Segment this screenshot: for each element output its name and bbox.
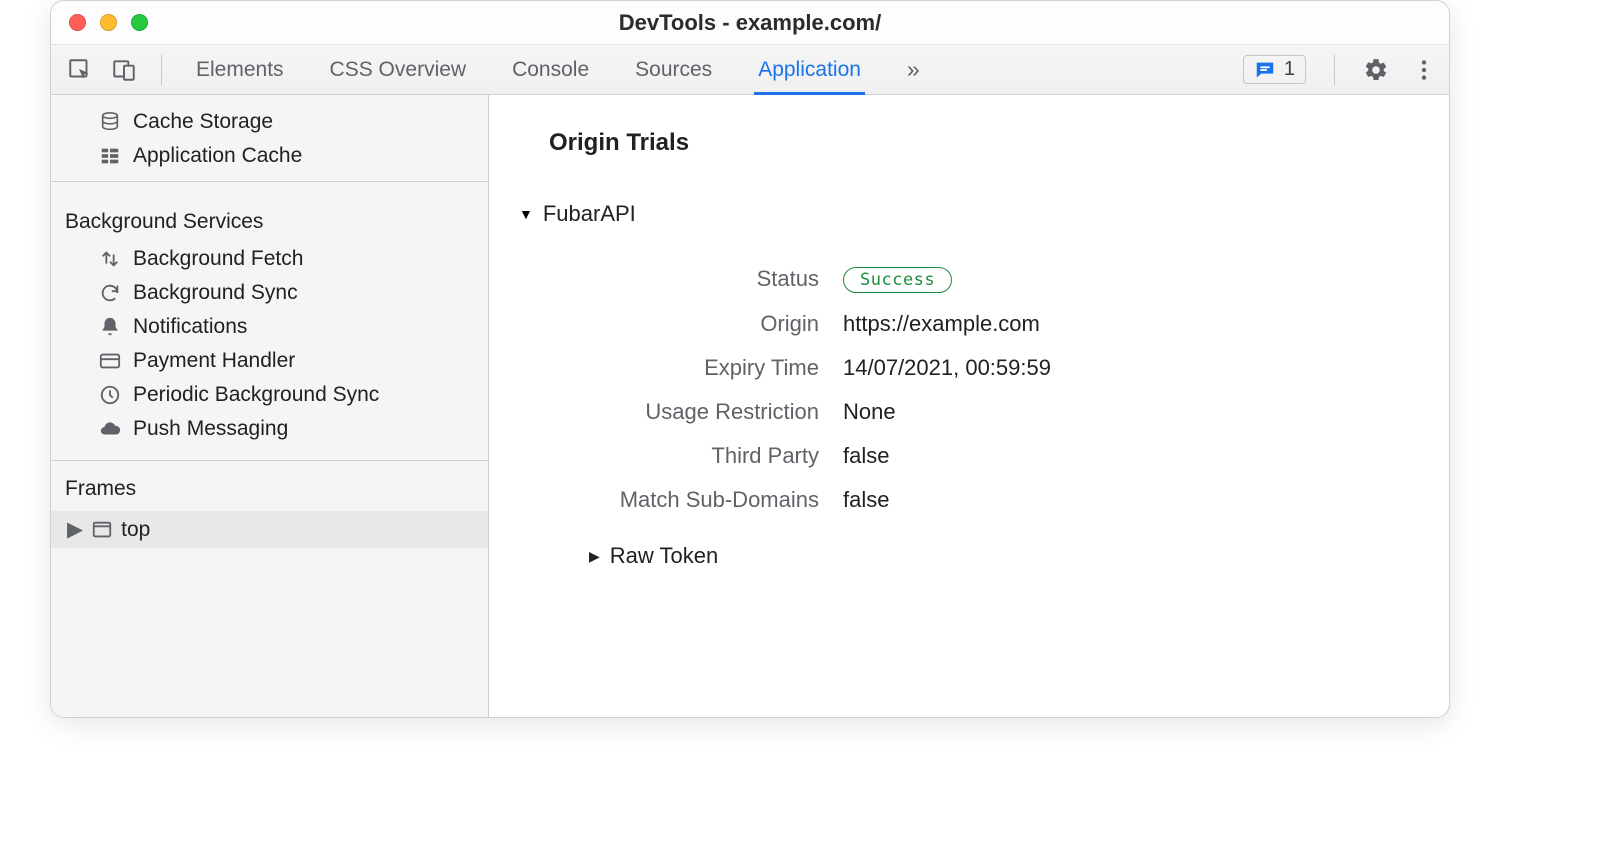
sidebar-item-label: Periodic Background Sync <box>133 383 379 407</box>
field-label-match-sub-domains: Match Sub-Domains <box>559 487 819 513</box>
tab-elements[interactable]: Elements <box>196 45 284 94</box>
section-heading-origin-trials: Origin Trials <box>549 129 1449 157</box>
cloud-icon <box>99 418 121 440</box>
field-label-expiry: Expiry Time <box>559 355 819 381</box>
field-label-status: Status <box>559 266 819 292</box>
field-value-usage-restriction: None <box>843 399 1449 425</box>
sidebar-item-label: Push Messaging <box>133 417 288 441</box>
tab-label: Application <box>758 58 861 82</box>
field-value-expiry: 14/07/2021, 00:59:59 <box>843 355 1449 381</box>
bell-icon <box>99 316 121 338</box>
window-controls <box>69 1 148 44</box>
field-value-match-sub-domains: false <box>843 487 1449 513</box>
tab-sources[interactable]: Sources <box>635 45 712 94</box>
devtools-window: DevTools - example.com/ Elements CSS Ove… <box>50 0 1450 718</box>
trial-disclosure[interactable]: ▼ FubarAPI <box>519 201 1449 227</box>
sidebar-item-label: Background Fetch <box>133 247 303 271</box>
window-title: DevTools - example.com/ <box>619 10 881 36</box>
toolbar-separator <box>161 55 162 85</box>
sidebar-item-label: Cache Storage <box>133 110 273 134</box>
clock-icon <box>99 384 121 406</box>
more-tabs-button[interactable]: » <box>907 45 920 94</box>
tab-console[interactable]: Console <box>512 45 589 94</box>
sidebar-item-application-cache[interactable]: Application Cache <box>51 139 488 173</box>
panel-tabs: Elements CSS Overview Console Sources Ap… <box>196 45 920 94</box>
message-icon <box>1254 59 1276 81</box>
triangle-down-icon: ▼ <box>519 206 533 222</box>
tab-application[interactable]: Application <box>758 45 861 94</box>
gear-icon[interactable] <box>1363 57 1389 83</box>
device-toggle-icon[interactable] <box>111 57 137 83</box>
main-toolbar: Elements CSS Overview Console Sources Ap… <box>51 45 1449 95</box>
sidebar-item-cache-storage[interactable]: Cache Storage <box>51 105 488 139</box>
close-window-button[interactable] <box>69 14 86 31</box>
toolbar-right: 1 <box>1243 45 1437 94</box>
sidebar-item-label: Notifications <box>133 315 247 339</box>
tab-css-overview[interactable]: CSS Overview <box>330 45 467 94</box>
arrows-up-down-icon <box>99 248 121 270</box>
raw-token-label: Raw Token <box>610 543 718 569</box>
main-content: Origin Trials ▼ FubarAPI Status Success … <box>489 95 1449 717</box>
sidebar-item-label: Payment Handler <box>133 349 295 373</box>
trial-name: FubarAPI <box>543 201 636 227</box>
application-sidebar: Cache Storage Application Cache Backgrou… <box>51 95 489 717</box>
fullscreen-window-button[interactable] <box>131 14 148 31</box>
raw-token-disclosure[interactable]: ▶ Raw Token <box>589 543 1449 569</box>
sidebar-item-background-sync[interactable]: Background Sync <box>51 276 488 310</box>
toolbar-separator <box>1334 55 1335 85</box>
sidebar-separator <box>51 181 488 182</box>
frame-label: top <box>121 518 150 542</box>
inspect-element-icon[interactable] <box>67 57 93 83</box>
frames-section: Frames ▶ top <box>51 475 488 548</box>
sidebar-item-label: Application Cache <box>133 144 302 168</box>
panel-body: Cache Storage Application Cache Backgrou… <box>51 95 1449 717</box>
sidebar-item-push-messaging[interactable]: Push Messaging <box>51 412 488 446</box>
sidebar-header-background-services: Background Services <box>51 196 488 242</box>
trial-details: Status Success Origin https://example.co… <box>559 265 1449 513</box>
sidebar-item-label: Background Sync <box>133 281 298 305</box>
grid-icon <box>99 145 121 167</box>
tab-label: CSS Overview <box>330 58 467 82</box>
kebab-menu-icon[interactable] <box>1411 57 1437 83</box>
sidebar-item-background-fetch[interactable]: Background Fetch <box>51 242 488 276</box>
field-label-third-party: Third Party <box>559 443 819 469</box>
tab-label: Console <box>512 58 589 82</box>
credit-card-icon <box>99 350 121 372</box>
chevrons-right-icon: » <box>907 56 920 83</box>
titlebar: DevTools - example.com/ <box>51 1 1449 45</box>
tab-label: Elements <box>196 58 284 82</box>
issues-count: 1 <box>1284 58 1295 81</box>
sidebar-item-payment-handler[interactable]: Payment Handler <box>51 344 488 378</box>
frame-item-top[interactable]: ▶ top <box>51 511 488 548</box>
sidebar-header-frames: Frames <box>51 475 488 511</box>
toolbar-left <box>67 45 168 94</box>
field-value-status: Success <box>843 265 1449 293</box>
frame-icon <box>91 519 113 541</box>
sidebar-item-periodic-background-sync[interactable]: Periodic Background Sync <box>51 378 488 412</box>
sync-icon <box>99 282 121 304</box>
triangle-right-icon: ▶ <box>589 548 600 565</box>
field-value-origin: https://example.com <box>843 311 1449 337</box>
expand-arrow-icon: ▶ <box>67 517 83 542</box>
field-label-origin: Origin <box>559 311 819 337</box>
tab-label: Sources <box>635 58 712 82</box>
minimize-window-button[interactable] <box>100 14 117 31</box>
field-value-third-party: false <box>843 443 1449 469</box>
status-badge-success: Success <box>843 267 952 293</box>
field-label-usage-restriction: Usage Restriction <box>559 399 819 425</box>
database-icon <box>99 111 121 133</box>
sidebar-item-notifications[interactable]: Notifications <box>51 310 488 344</box>
sidebar-separator <box>51 460 488 461</box>
issues-button[interactable]: 1 <box>1243 55 1306 84</box>
